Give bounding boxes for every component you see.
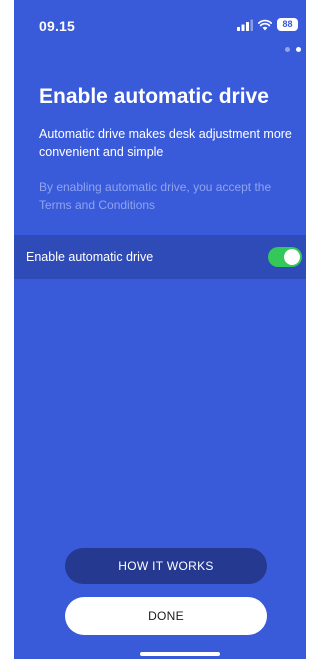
page-dot: [285, 47, 290, 52]
page-title: Enable automatic drive: [39, 85, 269, 108]
done-button[interactable]: DONE: [65, 597, 267, 635]
automatic-drive-toggle[interactable]: [268, 247, 302, 267]
status-time: 09.15: [39, 18, 76, 34]
status-icons: 88: [237, 18, 298, 31]
page-indicator: [285, 47, 301, 52]
signal-icon: [237, 19, 253, 31]
automatic-drive-toggle-row[interactable]: Enable automatic drive: [14, 235, 306, 279]
onboarding-screen: 09.15 88 Enable automatic drive Automati…: [14, 0, 306, 659]
home-indicator: [140, 652, 220, 656]
terms-text[interactable]: By enabling automatic drive, you accept …: [39, 178, 301, 214]
description-text: Automatic drive makes desk adjustment mo…: [39, 127, 292, 159]
toggle-knob: [284, 249, 300, 265]
battery-icon: 88: [277, 18, 298, 31]
page-dot-active: [296, 47, 301, 52]
status-bar: 09.15 88: [14, 0, 306, 42]
toggle-label: Enable automatic drive: [26, 250, 154, 264]
wifi-icon: [258, 19, 272, 30]
how-it-works-button[interactable]: HOW IT WORKS: [65, 548, 267, 584]
